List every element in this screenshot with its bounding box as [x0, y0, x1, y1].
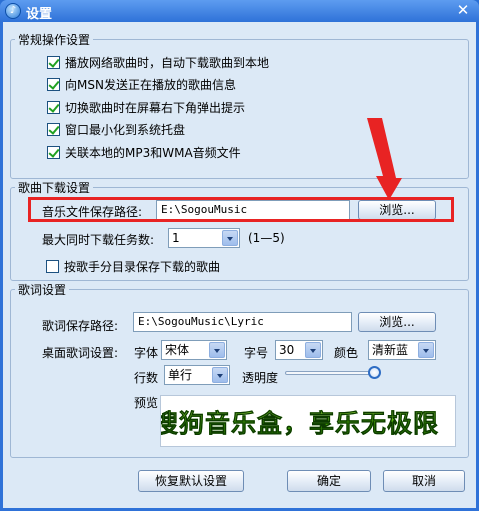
lyric-preview-box: 搜狗音乐盒，享乐无极限 — [160, 395, 456, 447]
desktop-lyric-label: 桌面歌词设置: — [42, 346, 119, 360]
music-path-browse-button[interactable]: 浏览... — [358, 200, 436, 220]
checkbox[interactable] — [47, 123, 60, 136]
max-tasks-range: (1—5) — [248, 231, 285, 245]
checkbox[interactable] — [47, 78, 60, 91]
font-label: 字体 — [134, 346, 159, 360]
ok-button[interactable]: 确定 — [287, 470, 371, 492]
music-path-field[interactable]: E:\SogouMusic — [156, 200, 350, 220]
line-count-value: 单行 — [168, 368, 193, 382]
option-label: 按歌手分目录保存下载的歌曲 — [64, 260, 221, 274]
color-value: 清新蓝 — [372, 343, 409, 357]
chevron-down-icon[interactable] — [305, 342, 321, 358]
line-count-select[interactable]: 单行 — [164, 365, 230, 385]
option-label: 切换歌曲时在屏幕右下角弹出提示 — [65, 101, 246, 115]
option-label: 播放网络歌曲时，自动下载歌曲到本地 — [65, 56, 270, 70]
opacity-label: 透明度 — [242, 371, 279, 385]
option-label: 窗口最小化到系统托盘 — [65, 123, 186, 137]
option-msn-status[interactable]: 向MSN发送正在播放的歌曲信息 — [47, 76, 236, 93]
lyric-path-label: 歌词保存路径: — [42, 319, 119, 333]
option-save-by-artist[interactable]: 按歌手分目录保存下载的歌曲 — [46, 258, 220, 275]
checkbox[interactable] — [46, 260, 59, 273]
chevron-down-icon[interactable] — [212, 367, 228, 383]
max-tasks-label: 最大同时下载任务数: — [42, 233, 155, 247]
color-select[interactable]: 清新蓝 — [368, 340, 436, 360]
line-count-label: 行数 — [134, 371, 159, 385]
download-settings-legend: 歌曲下载设置 — [18, 181, 91, 195]
opacity-slider-track[interactable] — [285, 371, 375, 375]
restore-defaults-button[interactable]: 恢复默认设置 — [138, 470, 244, 492]
close-icon[interactable]: ✕ — [455, 3, 471, 19]
option-label: 向MSN发送正在播放的歌曲信息 — [65, 78, 236, 92]
option-label: 关联本地的MP3和WMA音频文件 — [65, 146, 241, 160]
max-tasks-select[interactable]: 1 — [168, 228, 240, 248]
color-label: 颜色 — [334, 346, 359, 360]
window-title: 设置 — [26, 7, 53, 22]
option-file-association[interactable]: 关联本地的MP3和WMA音频文件 — [47, 144, 241, 161]
opacity-slider-thumb[interactable] — [368, 366, 381, 379]
settings-window: ♪ 设置 ✕ 常规操作设置 播放网络歌曲时，自动下载歌曲到本地 向MSN发送正在… — [0, 0, 479, 511]
font-select[interactable]: 宋体 — [161, 340, 227, 360]
music-app-icon: ♪ — [5, 3, 21, 19]
checkbox[interactable] — [47, 101, 60, 114]
music-path-label: 音乐文件保存路径: — [42, 205, 143, 219]
lyric-path-browse-button[interactable]: 浏览... — [358, 312, 436, 332]
checkbox[interactable] — [47, 56, 60, 69]
font-size-select[interactable]: 30 — [275, 340, 323, 360]
font-size-label: 字号 — [244, 346, 269, 360]
max-tasks-value: 1 — [172, 231, 180, 245]
general-settings-legend: 常规操作设置 — [18, 33, 91, 47]
lyrics-settings-legend: 歌词设置 — [18, 283, 67, 297]
option-minimize-tray[interactable]: 窗口最小化到系统托盘 — [47, 121, 185, 138]
chevron-down-icon[interactable] — [418, 342, 434, 358]
cancel-button[interactable]: 取消 — [383, 470, 465, 492]
title-bar[interactable]: ♪ 设置 ✕ — [0, 0, 479, 22]
dialog-body: 常规操作设置 播放网络歌曲时，自动下载歌曲到本地 向MSN发送正在播放的歌曲信息… — [3, 22, 476, 508]
option-auto-download[interactable]: 播放网络歌曲时，自动下载歌曲到本地 — [47, 54, 269, 71]
checkbox[interactable] — [47, 146, 60, 159]
lyric-preview-text: 搜狗音乐盒，享乐无极限 — [161, 404, 439, 440]
lyric-path-field[interactable]: E:\SogouMusic\Lyric — [133, 312, 352, 332]
font-size-value: 30 — [279, 343, 295, 357]
chevron-down-icon[interactable] — [222, 230, 238, 246]
preview-label: 预览 — [134, 396, 159, 410]
chevron-down-icon[interactable] — [209, 342, 225, 358]
option-song-popup[interactable]: 切换歌曲时在屏幕右下角弹出提示 — [47, 99, 245, 116]
font-value: 宋体 — [165, 343, 190, 357]
